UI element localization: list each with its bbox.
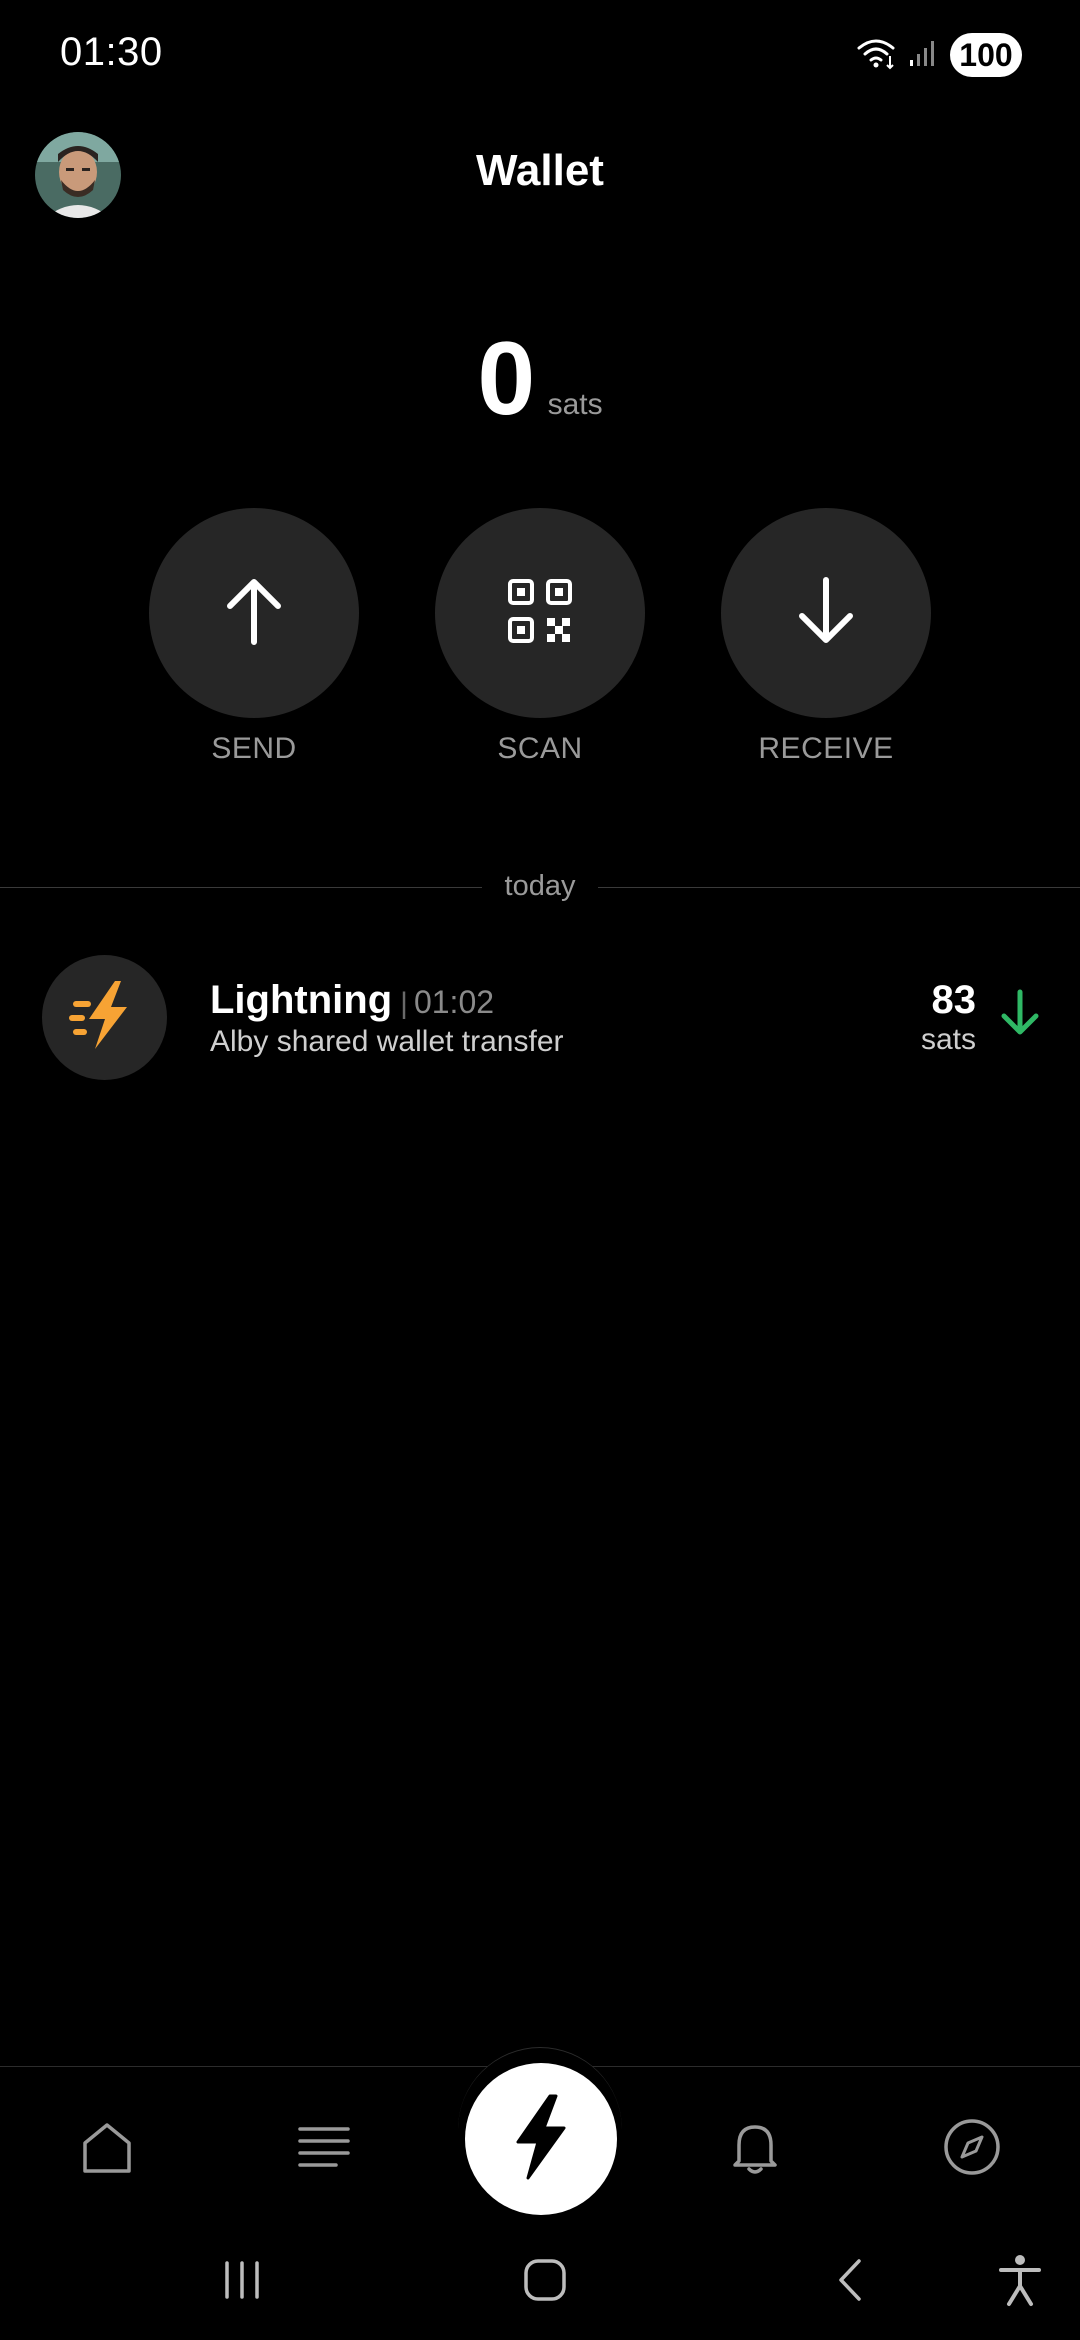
balance: 0 sats	[0, 320, 1080, 439]
transaction-row[interactable]: Lightning | 01:02 Alby shared wallet trans…	[0, 950, 1080, 1085]
receive-label: RECEIVE	[758, 732, 894, 765]
scan-label: SCAN	[497, 732, 583, 765]
arrow-down-icon	[998, 988, 1042, 1043]
battery-icon: 100	[950, 33, 1022, 77]
receive-button[interactable]: RECEIVE	[721, 508, 931, 766]
transaction-amount-value: 83	[931, 978, 977, 1022]
transaction-description: Alby shared wallet transfer	[210, 1025, 564, 1058]
home-icon[interactable]	[75, 2115, 139, 2179]
send-button[interactable]: SEND	[149, 508, 359, 766]
status-bar: 01:30 100	[0, 0, 1080, 110]
transaction-icon	[42, 955, 167, 1080]
transaction-amount-unit: sats	[920, 1023, 976, 1056]
qr-code-icon	[507, 578, 573, 649]
transaction-separator: |	[400, 987, 408, 1020]
date-label: today	[504, 870, 576, 902]
transaction-title: Lightning | 01:02	[210, 978, 564, 1023]
bottom-nav	[0, 2047, 1080, 2215]
transaction-amount: 83 sats	[921, 978, 976, 1057]
arrow-down-icon	[794, 576, 858, 651]
wifi-icon	[856, 36, 896, 75]
transaction-time: 01:02	[413, 984, 495, 1020]
signal-icon	[908, 38, 938, 73]
status-icons: 100	[856, 33, 1022, 77]
compass-icon[interactable]	[940, 2115, 1004, 2179]
status-time: 01:30	[60, 30, 163, 74]
scan-button-circle[interactable]	[435, 508, 645, 718]
send-label: SEND	[211, 732, 297, 765]
list-icon[interactable]	[292, 2115, 356, 2179]
system-nav	[0, 2230, 1080, 2330]
lightning-icon	[65, 975, 145, 1060]
header: Wallet	[0, 120, 1080, 230]
balance-value: 0	[477, 321, 536, 437]
lightning-button[interactable]	[465, 2063, 617, 2215]
date-divider: today	[0, 870, 1080, 904]
balance-unit: sats	[547, 388, 603, 421]
send-button-circle[interactable]	[149, 508, 359, 718]
transaction-text: Lightning | 01:02 Alby shared wallet trans…	[210, 978, 564, 1059]
bell-icon[interactable]	[723, 2115, 787, 2179]
transaction-type: Lightning	[210, 978, 393, 1022]
page-title: Wallet	[476, 146, 604, 195]
back-icon[interactable]	[820, 2250, 880, 2310]
recent-apps-icon[interactable]	[212, 2250, 272, 2310]
arrow-up-icon	[222, 576, 286, 651]
scan-button[interactable]: SCAN	[435, 508, 645, 766]
system-home-icon[interactable]	[515, 2250, 575, 2310]
accessibility-icon[interactable]	[990, 2250, 1050, 2310]
lightning-icon	[506, 2092, 576, 2187]
receive-button-circle[interactable]	[721, 508, 931, 718]
